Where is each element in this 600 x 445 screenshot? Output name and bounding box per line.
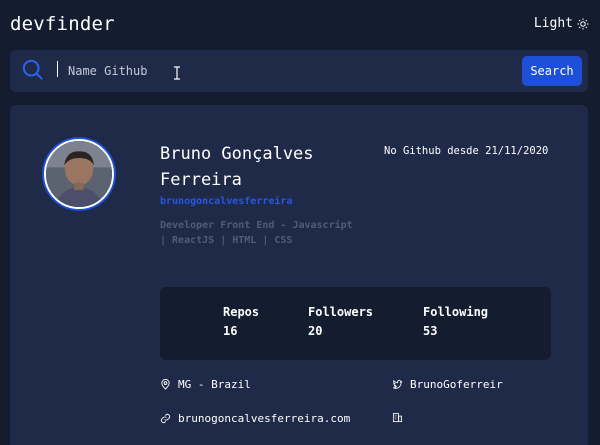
location-text: MG - Brazil [178,378,251,391]
stats-panel: Repos 16 Followers 20 Following 53 [160,287,551,360]
twitter-info: BrunoGoferreir [392,378,503,391]
profile-username-link[interactable]: brunogoncalvesferreira [160,196,292,207]
stat-value: 20 [308,324,323,338]
location-pin-icon [161,379,170,390]
avatar [44,139,114,209]
app-logo: devfinder [10,13,115,35]
location-info: MG - Brazil [160,378,251,391]
avatar-photo [46,141,112,207]
twitter-handle: BrunoGoferreir [410,378,503,391]
search-input[interactable] [68,61,368,81]
profile-card: Bruno Gonçalves Ferreira No Github desde… [10,105,588,445]
joined-date: No Github desde 21/11/2020 [384,145,549,157]
devfinder-app: devfinder Light Search [0,0,600,445]
stat-value: 16 [223,324,238,338]
twitter-icon [392,379,403,389]
stat-following: Following 53 [423,305,488,338]
sun-icon [577,18,589,29]
stat-followers: Followers 20 [308,305,373,338]
link-icon [160,413,171,424]
website-info: brunogoncalvesferreira.com [160,412,350,425]
stat-repos: Repos 16 [223,305,259,338]
search-bar: Search [10,50,588,92]
theme-toggle-label: Light [533,16,573,31]
website-link[interactable]: brunogoncalvesferreira.com [178,412,350,425]
company-info [392,412,410,423]
stat-value: 53 [423,324,438,338]
profile-name: Bruno Gonçalves Ferreira [160,144,314,190]
search-icon [22,59,43,80]
theme-toggle[interactable]: Light [534,16,589,31]
text-cursor-icon [174,66,180,80]
text-caret [57,61,58,77]
search-button[interactable]: Search [522,56,582,86]
profile-bio: Developer Front End - Javascript | React… [160,220,353,246]
stat-label: Following [423,305,489,319]
stat-label: Repos [223,305,260,319]
building-icon [392,412,403,423]
stat-label: Followers [308,305,374,319]
